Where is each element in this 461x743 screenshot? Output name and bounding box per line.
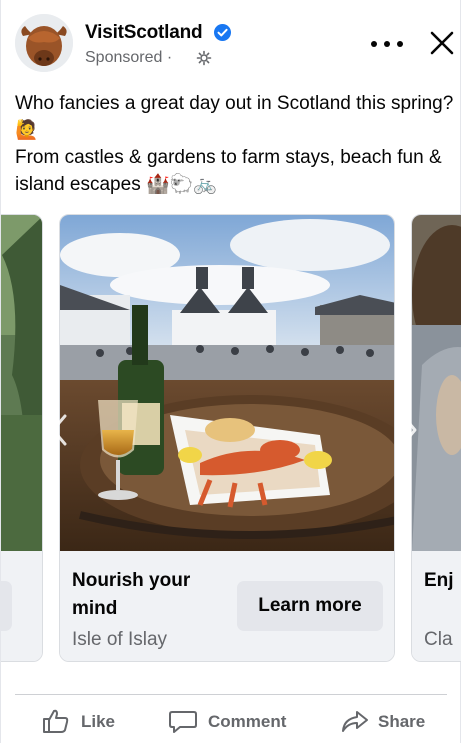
- page-avatar[interactable]: [15, 14, 73, 72]
- sponsored-label[interactable]: Sponsored ·: [85, 49, 172, 67]
- card-title-next: Enj: [424, 570, 454, 591]
- comment-icon: [169, 711, 197, 733]
- card-cta-previous[interactable]: [1, 581, 12, 631]
- carousel-next-arrow-icon[interactable]: [395, 410, 423, 450]
- card-footer-previous: [1, 551, 42, 661]
- card-subtitle-next: Cla: [424, 629, 453, 650]
- post-text-line-1: Who fancies a great day out in Scotland …: [15, 93, 454, 141]
- post-action-bar: Like Comment Share: [1, 700, 461, 740]
- action-bar-divider: [15, 694, 447, 695]
- card-footer-next: Enj Cla: [412, 551, 461, 661]
- card-footer-main: Nourish your mind Isle of Islay Learn mo…: [60, 551, 394, 661]
- like-label: Like: [81, 712, 116, 731]
- like-button[interactable]: Like: [41, 704, 131, 738]
- like-icon: [43, 709, 69, 733]
- more-options-button[interactable]: [369, 30, 405, 58]
- card-image-next: [412, 215, 461, 551]
- page-name[interactable]: VisitScotland: [85, 22, 203, 44]
- separator-dot: ·: [166, 49, 173, 66]
- card-subtitle: Isle of Islay: [72, 629, 168, 650]
- verified-badge-icon: [214, 24, 231, 41]
- sponsored-text: Sponsored: [85, 49, 163, 66]
- carousel-prev-arrow-icon[interactable]: [45, 410, 73, 450]
- carousel-card-main[interactable]: Nourish your mind Isle of Islay Learn mo…: [59, 214, 395, 662]
- ad-carousel[interactable]: Nourish your mind Isle of Islay Learn mo…: [1, 214, 461, 664]
- sponsored-post: VisitScotland Sponsored · Who fancies a …: [0, 0, 461, 743]
- card-title: Nourish your mind: [72, 570, 191, 619]
- share-label: Share: [378, 712, 426, 731]
- close-icon[interactable]: [427, 28, 457, 58]
- post-text-line-2: From castles & gardens to farm stays, be…: [15, 147, 442, 195]
- share-icon: [342, 711, 368, 732]
- card-image-main: [60, 215, 394, 551]
- learn-more-button[interactable]: Learn more: [237, 581, 383, 631]
- comment-label: Comment: [208, 712, 287, 731]
- carousel-card-previous[interactable]: [1, 214, 43, 662]
- post-header: VisitScotland Sponsored ·: [15, 12, 455, 74]
- card-image-previous: [1, 215, 42, 551]
- comment-button[interactable]: Comment: [168, 704, 298, 738]
- audience-settings-icon: [196, 50, 212, 66]
- share-button[interactable]: Share: [340, 704, 440, 738]
- post-message: Who fancies a great day out in Scotland …: [15, 90, 455, 198]
